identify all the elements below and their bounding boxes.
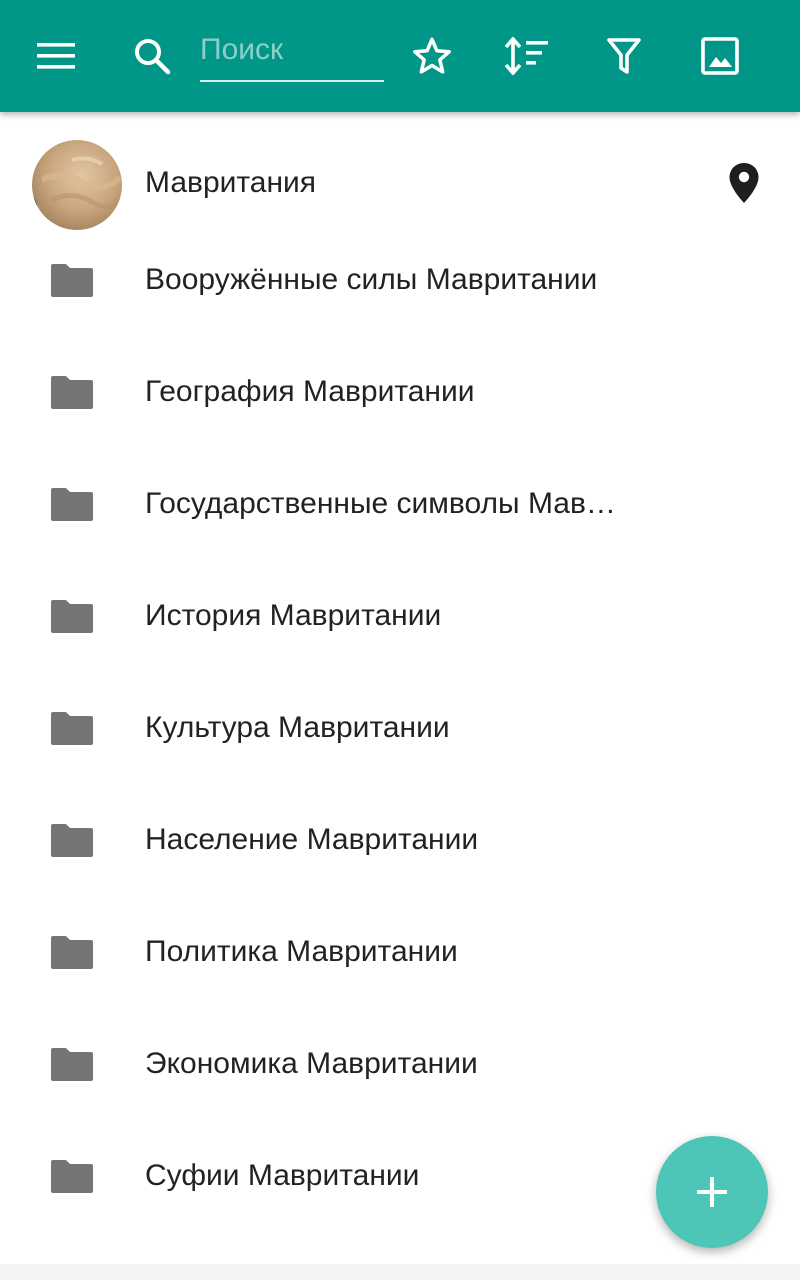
folder-icon xyxy=(51,936,93,969)
list-item-country[interactable]: Мавритания xyxy=(0,112,800,230)
folder-icon xyxy=(51,712,93,745)
avatar xyxy=(32,140,122,230)
folder-icon xyxy=(51,600,93,633)
list-item-label: Культура Мавритании xyxy=(145,711,450,744)
list-item-category[interactable]: Население Мавритании xyxy=(0,784,800,896)
map-pin-icon xyxy=(729,163,759,203)
map-pin-button[interactable] xyxy=(728,162,760,209)
list-item-label: Экономика Мавритании xyxy=(145,1047,478,1080)
menu-button[interactable] xyxy=(28,28,84,84)
folder-icon xyxy=(51,264,93,297)
list-item-label: Государственные символы Мав… xyxy=(145,487,616,520)
list-item-label: Население Мавритании xyxy=(145,823,479,856)
list-item-label: География Мавритании xyxy=(145,375,475,408)
hamburger-menu-icon xyxy=(37,43,75,69)
app-toolbar xyxy=(0,0,800,112)
search-button[interactable] xyxy=(124,28,180,84)
list-item-category[interactable]: География Мавритании xyxy=(0,336,800,448)
image-toggle-button[interactable] xyxy=(692,28,748,84)
category-list: Мавритания Вооружённые силы Мавритании Г… xyxy=(0,112,800,1232)
list-item-category[interactable]: Государственные символы Мав… xyxy=(0,448,800,560)
folder-icon xyxy=(51,824,93,857)
list-item-category[interactable]: Политика Мавритании xyxy=(0,896,800,1008)
list-item-label: Политика Мавритании xyxy=(145,935,458,968)
country-thumbnail xyxy=(32,140,122,230)
list-item-label: Суфии Мавритании xyxy=(145,1159,420,1192)
add-fab-button[interactable] xyxy=(656,1136,768,1248)
filter-button[interactable] xyxy=(596,28,652,84)
list-item-label: История Мавритании xyxy=(145,599,442,632)
list-item-category[interactable]: История Мавритании xyxy=(0,560,800,672)
search-icon xyxy=(135,39,171,75)
list-item-category[interactable]: Экономика Мавритании xyxy=(0,1008,800,1120)
bottom-divider xyxy=(0,1264,800,1280)
search-field xyxy=(200,22,384,82)
search-input[interactable] xyxy=(200,28,384,72)
image-icon xyxy=(701,37,739,75)
plus-icon xyxy=(697,1177,727,1207)
filter-icon xyxy=(607,38,641,74)
list-item-category[interactable]: Вооружённые силы Мавритании xyxy=(0,224,800,336)
list-item-label: Мавритания xyxy=(145,166,317,199)
list-item-category[interactable]: Культура Мавритании xyxy=(0,672,800,784)
star-outline-icon xyxy=(413,37,451,74)
folder-icon xyxy=(51,1048,93,1081)
folder-icon xyxy=(51,1160,93,1193)
sort-button[interactable] xyxy=(499,28,555,84)
list-item-label: Вооружённые силы Мавритании xyxy=(145,263,598,296)
folder-icon xyxy=(51,488,93,521)
sort-icon xyxy=(504,37,548,75)
folder-icon xyxy=(51,376,93,409)
favorites-button[interactable] xyxy=(404,28,460,84)
